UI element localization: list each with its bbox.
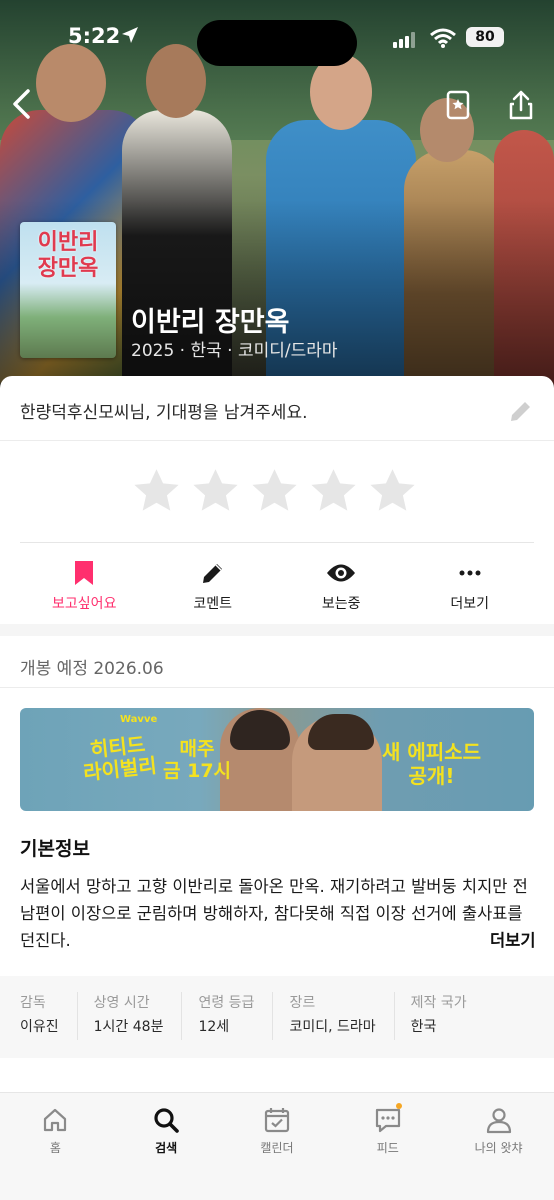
info-value: 코미디, 드라마	[289, 1019, 376, 1035]
action-more[interactable]: 더보기	[406, 543, 535, 622]
info-column: 제작 국가한국	[411, 992, 485, 1040]
search-icon	[152, 1105, 180, 1135]
bookmark-star-icon	[446, 90, 470, 120]
status-bar: 5:22 80	[0, 20, 554, 66]
info-label: 상영 시간	[93, 995, 150, 1011]
banner-show-title: 히티드 라이벌리	[82, 732, 158, 785]
tab-label: 홈	[49, 1141, 61, 1155]
chevron-left-icon	[13, 89, 30, 119]
info-column: 연령 등급 12세	[198, 992, 274, 1040]
banner-schedule: 매주 금 17시	[163, 738, 232, 782]
section-gap	[0, 624, 554, 636]
tab-search[interactable]: 검색	[111, 1093, 222, 1200]
more-button[interactable]: 더보기	[484, 927, 536, 951]
divider	[0, 687, 554, 688]
info-column: 상영 시간 1시간 48분	[94, 992, 183, 1040]
rating-prompt: 한량덕후신모씨님, 기대평을 남겨주세요.	[20, 403, 308, 423]
movie-title: 이반리 장만옥	[131, 307, 290, 338]
tab-calendar[interactable]: 캘린더	[222, 1093, 333, 1200]
info-label: 감독	[20, 995, 46, 1011]
star-rating[interactable]	[131, 466, 418, 517]
banner-episode: 새 에피소드 공개!	[382, 740, 481, 788]
divider	[0, 440, 554, 441]
more-icon	[458, 559, 482, 587]
tab-feed[interactable]: 피드	[332, 1093, 443, 1200]
tab-label: 캘린더	[260, 1141, 294, 1155]
tab-label: 나의 왓챠	[474, 1141, 523, 1155]
save-collection-button[interactable]	[445, 90, 471, 124]
info-column: 감독이유진	[20, 992, 78, 1040]
action-bookmark[interactable]: 보고싶어요	[20, 543, 149, 622]
action-bar: 보고싶어요 코멘트 보는중 더보기	[20, 542, 534, 622]
calendar-icon	[263, 1105, 291, 1135]
tab-label: 피드	[376, 1141, 399, 1155]
info-value: 한국	[410, 1019, 437, 1035]
feed-icon	[374, 1105, 402, 1135]
back-button[interactable]	[10, 88, 34, 124]
wifi-icon	[430, 28, 456, 52]
write-review-button[interactable]	[508, 398, 534, 428]
action-eye[interactable]: 보는중	[277, 543, 406, 622]
tab-label: 검색	[155, 1141, 178, 1155]
content-sheet: 한량덕후신모씨님, 기대평을 남겨주세요. 보고싶어요 코멘트 보는중 더보기 개봉 …	[0, 376, 554, 1092]
action-pencil[interactable]: 코멘트	[149, 543, 278, 622]
home-icon	[41, 1105, 69, 1135]
info-column: 장르코미디, 드라마	[289, 992, 395, 1040]
tab-bar: 홈 검색 캘린더 피드 나의 왓챠	[0, 1092, 554, 1200]
location-arrow-icon	[121, 26, 139, 48]
info-label: 연령 등급	[198, 995, 255, 1011]
dynamic-island	[197, 20, 357, 66]
action-label: 더보기	[450, 596, 490, 612]
action-label: 코멘트	[193, 596, 233, 612]
share-icon	[509, 90, 533, 120]
movie-meta: 2025 · 한국 · 코미디/드라마	[131, 341, 338, 361]
info-label: 제작 국가	[410, 995, 467, 1011]
banner-brand: Wavve	[120, 714, 158, 725]
pencil-icon	[200, 559, 226, 587]
ad-banner[interactable]: Wavve 히티드 라이벌리 매주 금 17시 새 에피소드 공개!	[20, 708, 534, 811]
star-icon[interactable]	[190, 466, 241, 517]
action-label: 보고싶어요	[52, 596, 117, 612]
info-table: 감독이유진 상영 시간 1시간 48분 연령 등급 12세 장르코미디, 드라마 제작 국가…	[0, 976, 554, 1058]
share-button[interactable]	[508, 90, 534, 124]
eye-icon	[326, 559, 356, 587]
profile-icon	[485, 1105, 513, 1135]
section-title: 기본정보	[20, 838, 90, 860]
star-icon[interactable]	[249, 466, 300, 517]
release-date: 개봉 예정 2026.06	[20, 659, 164, 679]
star-icon[interactable]	[308, 466, 359, 517]
bookmark-icon	[73, 559, 95, 587]
pencil-icon	[511, 402, 530, 421]
synopsis: 서울에서 망하고 고향 이반리로 돌아온 만옥. 재기하려고 발버둥 치지만 전…	[20, 877, 528, 950]
banner-figure-hair	[308, 714, 374, 750]
tab-profile[interactable]: 나의 왓챠	[443, 1093, 554, 1200]
action-label: 보는중	[321, 596, 361, 612]
star-icon[interactable]	[367, 466, 418, 517]
tab-home[interactable]: 홈	[0, 1093, 111, 1200]
poster-title: 이반리 장만옥	[37, 230, 99, 281]
cellular-signal-icon	[393, 32, 417, 52]
star-icon[interactable]	[131, 466, 182, 517]
info-value: 1시간 48분	[93, 1019, 164, 1035]
info-value: 이유진	[20, 1019, 59, 1035]
info-label: 장르	[289, 995, 316, 1011]
status-time: 5:22	[68, 24, 121, 48]
movie-poster[interactable]: 이반리 장만옥	[20, 222, 116, 358]
battery-indicator: 80	[466, 27, 504, 47]
info-value: 12세	[198, 1019, 230, 1035]
